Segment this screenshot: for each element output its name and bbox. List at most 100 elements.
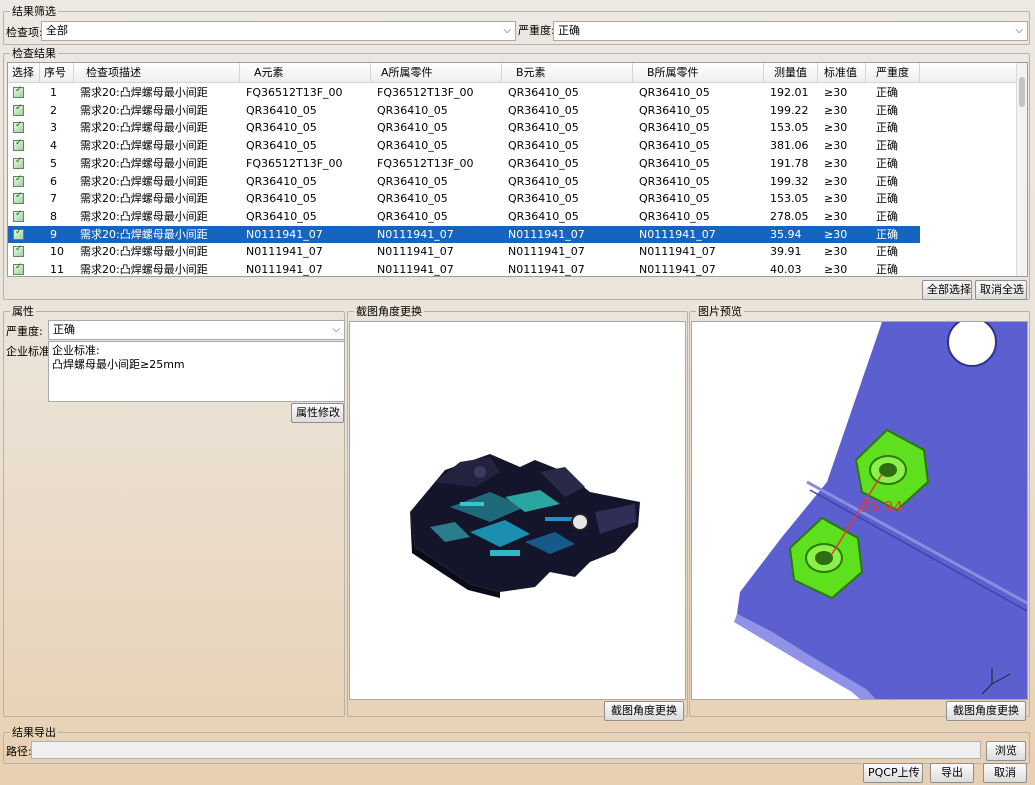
col-header-no[interactable]: 序号	[40, 63, 74, 83]
row-checkbox[interactable]	[13, 209, 24, 222]
cell-b-elem: N0111941_07	[508, 245, 585, 259]
enterprise-standard-label: 企业标准:	[6, 345, 54, 358]
cell-a-part: QR36410_05	[377, 209, 448, 223]
standard-text-line1: 企业标准:	[52, 344, 100, 357]
cell-desc: 需求20:凸焊螺母最小间距	[80, 263, 208, 276]
cell-a-part: N0111941_07	[377, 245, 454, 259]
cell-b-part: N0111941_07	[639, 245, 716, 259]
cell-no: 4	[50, 139, 57, 153]
deselect-all-button[interactable]: 取消全选	[975, 280, 1027, 300]
select-all-button[interactable]: 全部选择	[922, 280, 972, 300]
preview-angle-change-button[interactable]: 截图角度更换	[946, 701, 1026, 721]
pqcp-upload-button[interactable]: PQCP上传	[863, 763, 923, 783]
col-header-measured[interactable]: 测量值	[764, 63, 818, 83]
cell-a-elem: QR36410_05	[246, 174, 317, 188]
table-row[interactable]: 1 需求20:凸焊螺母最小间距 FQ36512T13F_00 FQ36512T13F_…	[8, 84, 920, 101]
row-checkbox[interactable]	[13, 244, 24, 258]
cell-no: 3	[50, 121, 57, 135]
cell-measured: 199.22	[770, 103, 809, 117]
col-header-select[interactable]: 选择	[8, 63, 40, 83]
col-header-a-part[interactable]: A所属零件	[371, 63, 502, 83]
cell-standard: ≥30	[824, 245, 848, 259]
cell-b-part: QR36410_05	[639, 209, 710, 223]
cell-standard: ≥30	[824, 192, 848, 206]
property-modify-button[interactable]: 属性修改	[291, 403, 344, 423]
col-header-b-part[interactable]: B所属零件	[633, 63, 764, 83]
property-severity-value: 正确	[53, 323, 75, 336]
cell-b-part: N0111941_07	[639, 263, 716, 276]
table-row[interactable]: 3 需求20:凸焊螺母最小间距 QR36410_05 QR36410_05 QR3641…	[8, 119, 920, 136]
property-severity-select[interactable]: 正确 ⌵	[48, 320, 345, 340]
cell-a-part: QR36410_05	[377, 139, 448, 153]
model-overview-image	[349, 321, 686, 700]
screenshot-angle-change-button[interactable]: 截图角度更换	[604, 701, 684, 721]
row-checkbox[interactable]	[13, 156, 24, 169]
table-scrollbar[interactable]	[1016, 63, 1027, 276]
table-row[interactable]: 2 需求20:凸焊螺母最小间距 QR36410_05 QR36410_05 QR3641…	[8, 102, 920, 119]
check-item-value: 全部	[46, 24, 68, 37]
cell-severity: 正确	[876, 121, 898, 135]
cell-b-elem: QR36410_05	[508, 174, 579, 188]
cell-measured: 39.91	[770, 245, 802, 259]
chassis-model-graphic	[410, 454, 640, 598]
col-header-b-elem[interactable]: B元素	[502, 63, 633, 83]
standard-text-line2: 凸焊螺母最小间距≥25mm	[52, 358, 185, 371]
cell-a-elem: QR36410_05	[246, 209, 317, 223]
path-input[interactable]	[31, 741, 981, 759]
cell-standard: ≥30	[824, 103, 848, 117]
scrollbar-thumb[interactable]	[1019, 77, 1025, 107]
cell-desc: 需求20:凸焊螺母最小间距	[80, 156, 208, 170]
chevron-down-icon: ⌵	[332, 324, 340, 335]
row-checkbox[interactable]	[13, 262, 24, 275]
cell-b-part: N0111941_07	[639, 227, 716, 241]
cell-measured: 278.05	[770, 209, 809, 223]
table-row[interactable]: 6 需求20:凸焊螺母最小间距 QR36410_05 QR36410_05 QR3641…	[8, 173, 920, 190]
table-row[interactable]: 7 需求20:凸焊螺母最小间距 QR36410_05 QR36410_05 QR3641…	[8, 190, 920, 207]
property-severity-label: 严重度:	[6, 325, 43, 338]
row-checkbox[interactable]	[13, 138, 24, 152]
cell-a-part: FQ36512T13F_00	[377, 156, 474, 170]
severity-filter-select[interactable]: 正确 ⌵	[553, 21, 1028, 41]
table-row[interactable]: 4 需求20:凸焊螺母最小间距 QR36410_05 QR36410_05 QR3641…	[8, 137, 920, 154]
cell-measured: 153.05	[770, 192, 809, 206]
cell-a-part: N0111941_07	[377, 227, 454, 241]
cell-b-elem: QR36410_05	[508, 103, 579, 117]
cell-no: 7	[50, 192, 57, 206]
col-header-severity[interactable]: 严重度	[866, 63, 920, 83]
cell-b-part: QR36410_05	[639, 156, 710, 170]
browse-button[interactable]: 浏览	[986, 741, 1026, 761]
cell-a-elem: QR36410_05	[246, 139, 317, 153]
table-row[interactable]: 9 需求20:凸焊螺母最小间距 N0111941_07 N0111941_07 N011…	[8, 225, 920, 243]
row-checkbox[interactable]	[13, 103, 24, 116]
export-button[interactable]: 导出	[930, 763, 974, 783]
measure-annotation: 35.94	[860, 498, 903, 516]
col-header-a-elem[interactable]: A元素	[240, 63, 371, 83]
table-row[interactable]: 11 需求20:凸焊螺母最小间距 N0111941_07 N0111941_07 N01…	[8, 261, 920, 276]
table-row[interactable]: 8 需求20:凸焊螺母最小间距 QR36410_05 QR36410_05 QR3641…	[8, 208, 920, 225]
table-row[interactable]: 5 需求20:凸焊螺母最小间距 FQ36512T13F_00 FQ36512T13F_…	[8, 155, 920, 172]
check-item-select[interactable]: 全部 ⌵	[41, 21, 516, 41]
row-checkbox[interactable]	[13, 120, 24, 134]
row-checkbox[interactable]	[13, 191, 24, 205]
row-checkbox[interactable]	[13, 227, 24, 240]
col-header-standard[interactable]: 标准值	[818, 63, 866, 83]
row-checkbox[interactable]	[13, 174, 24, 187]
results-table: 选择 序号 检查项描述 A元素 A所属零件 B元素 B所属零件 测量值 标准值 …	[7, 62, 1028, 277]
cell-b-part: QR36410_05	[639, 103, 710, 117]
cell-a-part: QR36410_05	[377, 174, 448, 188]
cell-severity: 正确	[876, 245, 898, 259]
enterprise-standard-text[interactable]: 企业标准: 凸焊螺母最小间距≥25mm	[48, 341, 345, 402]
cancel-button[interactable]: 取消	[983, 763, 1027, 783]
path-label: 路径:	[6, 745, 32, 758]
cell-standard: ≥30	[824, 156, 848, 170]
row-checkbox[interactable]	[13, 85, 24, 98]
cell-no: 6	[50, 174, 57, 188]
cell-standard: ≥30	[824, 121, 848, 135]
cell-b-part: QR36410_05	[639, 121, 710, 135]
cell-b-part: QR36410_05	[639, 139, 710, 153]
col-header-desc[interactable]: 检查项描述	[74, 63, 240, 83]
cell-severity: 正确	[876, 103, 898, 117]
table-row[interactable]: 10 需求20:凸焊螺母最小间距 N0111941_07 N0111941_07 N01…	[8, 243, 920, 260]
cell-severity: 正确	[876, 209, 898, 223]
cell-measured: 191.78	[770, 156, 809, 170]
